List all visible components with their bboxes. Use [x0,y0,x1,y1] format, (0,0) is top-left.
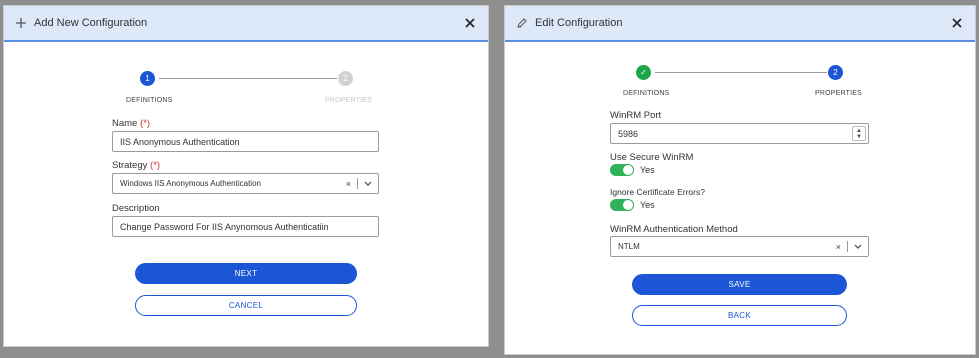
pencil-icon [515,16,529,30]
step-2-indicator: 2 [828,65,843,80]
required-marker: (*) [150,160,161,171]
name-input[interactable]: IIS Anonymous Authentication [112,131,379,152]
winrm-port-label: WinRM Port [610,110,662,121]
close-icon[interactable] [462,15,478,31]
clear-icon[interactable]: × [346,179,351,189]
auth-method-select[interactable]: NTLM × [610,236,869,257]
select-tools: × [836,237,862,256]
number-stepper[interactable]: ▲ ▼ [852,126,866,141]
secure-winrm-toggle[interactable] [610,164,634,176]
name-value: IIS Anonymous Authentication [120,136,240,147]
dialog-title: Add New Configuration [34,17,148,29]
chevron-down-icon[interactable]: ▼ [856,134,862,140]
plus-icon [14,16,28,30]
save-button[interactable]: SAVE [632,274,847,295]
description-value: Change Password For IIS Anynomous Authen… [120,221,329,232]
strategy-select[interactable]: Windows IIS Anonymous Authentication × [112,173,379,194]
strategy-value: Windows IIS Anonymous Authentication [120,179,261,188]
edit-configuration-dialog: Edit Configuration ✓ 2 DEFINITIONS PROPE… [505,6,975,354]
secure-winrm-label: Use Secure WinRM [610,152,694,163]
select-tools: × [346,174,372,193]
secure-winrm-value: Yes [640,165,655,175]
next-button[interactable]: NEXT [135,263,357,284]
chevron-down-icon[interactable] [854,242,862,252]
step-2-label: PROPERTIES [815,90,862,97]
step-2-label: PROPERTIES [325,97,372,104]
name-label-text: Name [112,118,138,129]
dialog-header: Add New Configuration [4,6,488,42]
description-label: Description [112,203,160,214]
auth-method-label: WinRM Authentication Method [610,224,738,235]
cancel-button[interactable]: CANCEL [135,295,357,316]
dialog-header: Edit Configuration [505,6,975,42]
description-input[interactable]: Change Password For IIS Anynomous Authen… [112,216,379,237]
auth-method-value: NTLM [618,242,640,251]
stepper-line [655,72,827,73]
clear-icon[interactable]: × [836,242,841,252]
stepper-line [159,78,337,79]
step-1-indicator: 1 [140,71,155,86]
dialog-title: Edit Configuration [535,17,623,29]
ignore-cert-label: Ignore Certificate Errors? [610,187,705,197]
ignore-cert-toggle[interactable] [610,199,634,211]
select-divider [847,241,848,252]
name-label: Name (*) [112,118,150,129]
close-icon[interactable] [949,15,965,31]
back-button[interactable]: BACK [632,305,847,326]
required-marker: (*) [139,118,151,129]
select-divider [357,178,358,189]
step-1-complete-indicator: ✓ [636,65,651,80]
step-1-label: DEFINITIONS [623,90,670,97]
add-configuration-dialog: Add New Configuration 1 2 DEFINITIONS PR… [4,6,488,346]
step-2-indicator: 2 [338,71,353,86]
ignore-cert-value: Yes [640,200,655,210]
winrm-port-input[interactable]: 5986 ▲ ▼ [610,123,869,144]
winrm-port-value: 5986 [618,128,639,139]
strategy-label-text: Strategy [112,160,148,171]
step-1-label: DEFINITIONS [126,97,173,104]
chevron-down-icon[interactable] [364,179,372,189]
strategy-label: Strategy (*) [112,160,160,171]
screenshot-stage: Add New Configuration 1 2 DEFINITIONS PR… [0,0,979,358]
